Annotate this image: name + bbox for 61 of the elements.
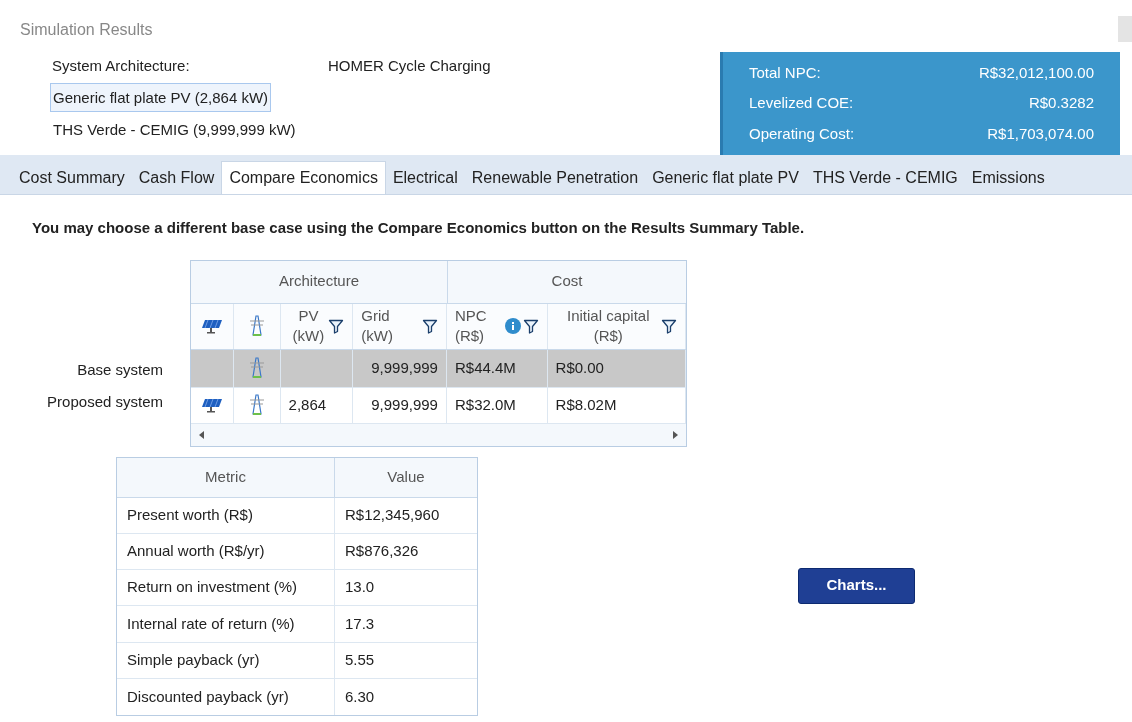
summary-label: Total NPC: <box>749 62 821 83</box>
column-header: PV (kW) <box>291 306 326 346</box>
summary-value: R$0.3282 <box>1028 93 1094 114</box>
table-cell-text: R$44.4M <box>454 357 516 378</box>
table-cell-text: R$12,345,960 <box>345 504 440 525</box>
table-cell-text: 2,864 <box>288 394 327 415</box>
tab[interactable]: Generic flat plate PV <box>645 161 806 194</box>
tab[interactable]: Cost Summary <box>12 161 132 194</box>
column-header: Grid (kW) <box>361 306 394 346</box>
table-cell-text: 9,999,999 <box>371 357 438 378</box>
table-cell-text: R$876,326 <box>345 541 419 562</box>
table-cell-text: Annual worth (R$/yr) <box>127 541 265 562</box>
table-cell-text: 13.0 <box>345 577 375 598</box>
dispatch-strategy: HOMER Cycle Charging <box>328 56 491 76</box>
tab[interactable]: THS Verde - CEMIG <box>805 161 965 194</box>
table-cell-text: 17.3 <box>345 613 375 634</box>
table-cell-text: R$32.0M <box>454 394 516 415</box>
component-item[interactable]: Generic flat plate PV (2,864 kW) <box>50 83 272 112</box>
tab[interactable]: Emissions <box>964 161 1052 194</box>
base-case-note: You may choose a different base case using the Compare Economics button on the Results Summary Table. <box>32 218 806 238</box>
architecture-label: System Architecture: <box>51 56 191 76</box>
tab[interactable]: Compare Economics <box>221 161 386 194</box>
table-cell-text: Internal rate of return (%) <box>127 613 295 634</box>
table-cell-text: R$8.02M <box>555 394 617 415</box>
row-label: Base system <box>77 359 163 380</box>
scroll-left-icon[interactable] <box>199 430 204 439</box>
filter-icon[interactable] <box>661 318 677 334</box>
column-header: Value <box>387 466 425 487</box>
table-cell-text: 9,999,999 <box>371 394 438 415</box>
tab[interactable]: Renewable Penetration <box>464 161 646 194</box>
solar-panel-icon <box>200 318 223 334</box>
group-header: Cost <box>550 271 584 292</box>
table-row[interactable]: 9,999,999 R$44.4M R$0.00 <box>191 349 686 388</box>
table-cell-text: Simple payback (yr) <box>127 650 260 671</box>
table-cell-text: Discounted payback (yr) <box>127 686 289 707</box>
column-header: Metric <box>205 466 246 487</box>
summary-value: R$1,703,074.00 <box>987 123 1094 144</box>
tab[interactable]: Cash Flow <box>131 161 222 194</box>
summary-label: Operating Cost: <box>749 123 855 144</box>
summary-label: Levelized COE: <box>749 93 854 114</box>
filter-icon[interactable] <box>421 318 438 334</box>
table-cell-text: Present worth (R$) <box>127 504 253 525</box>
column-header: Initial capital (R$) <box>566 306 651 346</box>
table-cell-text: 6.30 <box>345 686 375 707</box>
row-label: Proposed system <box>47 391 163 412</box>
power-tower-icon <box>248 315 265 337</box>
charts-button[interactable]: Charts... <box>798 567 915 604</box>
summary-value: R$32,012,100.00 <box>978 62 1094 83</box>
column-header: NPC (R$) <box>454 306 488 346</box>
group-header: Architecture <box>191 260 448 303</box>
table-cell-text: R$0.00 <box>555 357 604 378</box>
filter-icon[interactable] <box>328 318 345 334</box>
window-title: Simulation Results <box>19 20 154 40</box>
table-cell-text: 5.55 <box>345 650 375 671</box>
info-icon[interactable] <box>504 318 521 334</box>
scroll-right-icon[interactable] <box>673 430 678 439</box>
tab[interactable]: Electrical <box>385 161 465 194</box>
table-row[interactable]: 2,864 9,999,999 R$32.0M R$8.02M <box>191 387 686 424</box>
filter-icon[interactable] <box>522 318 539 334</box>
table-cell-text: Return on investment (%) <box>127 577 298 598</box>
component-item[interactable]: THS Verde - CEMIG (9,999,999 kW) <box>50 115 299 144</box>
